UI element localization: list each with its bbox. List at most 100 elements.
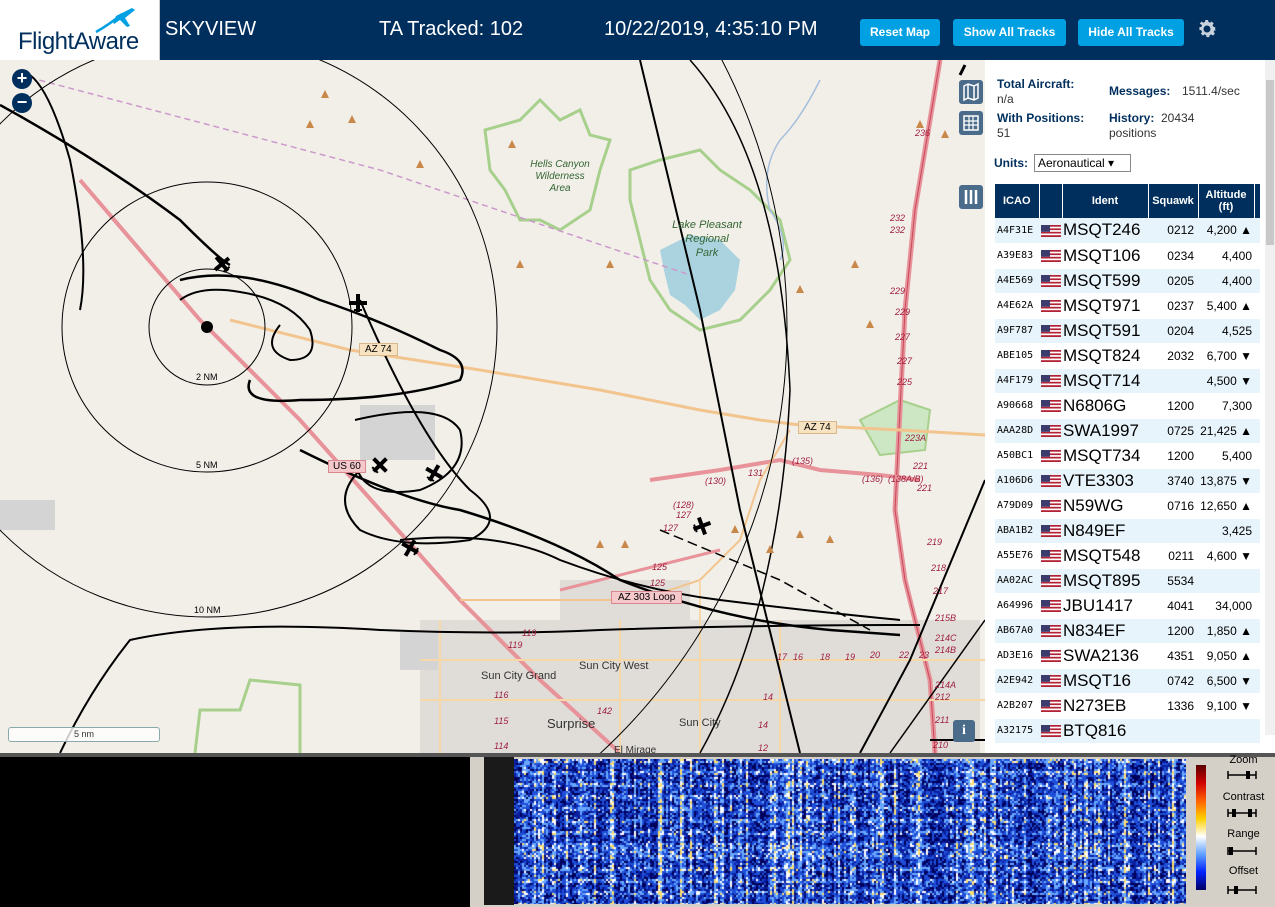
cell-squawk <box>1148 518 1198 544</box>
place-label: Wilderness <box>535 171 585 182</box>
sidebar-scrollbar[interactable] <box>1265 60 1275 735</box>
column-header-flag[interactable] <box>1039 184 1063 218</box>
cell-altitude: 4,600 ▼ <box>1198 543 1254 569</box>
grid-icon[interactable] <box>959 111 983 135</box>
cell-ident: VTE3303 <box>1062 468 1148 494</box>
table-row[interactable]: A4F179 MSQT714 4,500 ▼ <box>995 368 1260 394</box>
zoom-slider[interactable] <box>1226 770 1258 780</box>
map-canvas[interactable] <box>0 60 985 753</box>
table-row[interactable]: A4E62A MSQT971 0237 5,400 ▲ <box>995 293 1260 319</box>
waterfall-display[interactable] <box>514 759 1186 904</box>
table-row[interactable]: AAA28D SWA1997 0725 21,425 ▲ <box>995 418 1260 444</box>
cell-altitude: 3,425 <box>1198 518 1254 544</box>
cell-squawk: 0211 <box>1148 543 1198 569</box>
table-row[interactable]: A79D09 N59WG 0716 12,650 ▲ <box>995 493 1260 519</box>
table-row[interactable]: A39E83 MSQT106 0234 4,400 <box>995 243 1260 269</box>
route-number: 227 <box>897 356 913 366</box>
cell-flag <box>1039 393 1062 419</box>
units-select[interactable]: Aeronautical ▾ <box>1034 154 1131 172</box>
route-number: 225 <box>897 377 913 387</box>
messages-value: 1511.4/sec <box>1182 84 1240 98</box>
cell-squawk: 0237 <box>1148 293 1198 319</box>
cell-squawk: 0742 <box>1148 668 1198 694</box>
route-number: 20 <box>870 650 881 660</box>
table-row[interactable]: A64996 JBU1417 4041 34,000 <box>995 593 1260 619</box>
us-flag-icon <box>1041 625 1061 638</box>
table-row[interactable]: ABE105 MSQT824 2032 6,700 ▼ <box>995 343 1260 369</box>
info-icon[interactable]: i <box>953 720 975 742</box>
column-header-ident[interactable]: Ident <box>1062 184 1149 218</box>
table-row[interactable]: AA02AC MSQT895 5534 <box>995 568 1260 594</box>
cell-squawk: 0716 <box>1148 493 1198 519</box>
gear-icon[interactable] <box>1195 17 1219 41</box>
offset-control-label: Offset <box>1228 865 1259 877</box>
cell-altitude: 4,400 <box>1198 243 1254 269</box>
spectrum-gutter <box>484 757 514 905</box>
route-number: 142 <box>597 706 613 716</box>
cell-ident: SWA1997 <box>1062 418 1148 444</box>
route-number: 211 <box>935 715 950 725</box>
cell-squawk: 2032 <box>1148 343 1198 369</box>
hide-all-tracks-button[interactable]: Hide All Tracks <box>1078 19 1184 46</box>
with-positions-value: 51 <box>997 126 1011 140</box>
table-row[interactable]: AD3E16 SWA2136 4351 9,050 ▲ <box>995 643 1260 669</box>
scrollbar-thumb[interactable] <box>1266 80 1274 245</box>
route-number: 221 <box>913 461 929 471</box>
table-row[interactable]: A50BC1 MSQT734 1200 5,400 <box>995 443 1260 469</box>
table-row[interactable]: A4F31E MSQT246 0212 4,200 ▲ <box>995 218 1260 244</box>
cell-pad <box>1254 318 1260 344</box>
column-header-icao[interactable]: ICAO <box>995 184 1040 218</box>
table-row[interactable]: A90668 N6806G 1200 7,300 <box>995 393 1260 419</box>
range-ring-label: 10 NM <box>194 605 221 615</box>
columns-icon[interactable] <box>959 185 983 209</box>
table-row[interactable]: A4E569 MSQT599 0205 4,400 <box>995 268 1260 294</box>
current-datetime: 10/22/2019, 4:35:10 PM <box>604 18 818 40</box>
contrast-slider[interactable] <box>1226 808 1258 818</box>
column-header-squawk[interactable]: Squawk <box>1148 184 1199 218</box>
cell-altitude: 9,100 ▼ <box>1198 693 1254 719</box>
cell-flag <box>1039 593 1062 619</box>
cell-pad <box>1254 693 1260 719</box>
cell-ident: MSQT734 <box>1062 443 1148 469</box>
reset-map-button[interactable]: Reset Map <box>860 19 940 46</box>
cell-pad <box>1254 368 1260 394</box>
cell-ident: MSQT971 <box>1062 293 1148 319</box>
show-all-tracks-button[interactable]: Show All Tracks <box>953 19 1066 46</box>
range-slider[interactable] <box>1226 846 1258 856</box>
cell-squawk: 4351 <box>1148 643 1198 669</box>
table-row[interactable]: AB67A0 N834EF 1200 1,850 ▲ <box>995 618 1260 644</box>
route-number: 236 <box>915 128 931 138</box>
cell-pad <box>1254 443 1260 469</box>
cell-flag <box>1039 368 1062 394</box>
with-positions-label: With Positions: <box>997 111 1085 125</box>
us-flag-icon <box>1041 600 1061 613</box>
cell-altitude: 6,700 ▼ <box>1198 343 1254 369</box>
tracked-count: TA Tracked: 102 <box>379 18 524 40</box>
table-row[interactable]: A106D6 VTE3303 3740 13,875 ▼ <box>995 468 1260 494</box>
flightaware-logo[interactable]: FlightAware <box>0 0 160 60</box>
us-flag-icon <box>1041 325 1061 338</box>
column-header-altitude[interactable]: Altitude (ft) <box>1198 184 1255 218</box>
offset-slider[interactable] <box>1226 885 1258 895</box>
route-number: 18 <box>820 652 831 662</box>
table-row[interactable]: ABA1B2 N849EF 3,425 <box>995 518 1260 544</box>
range-control-label: Range <box>1227 828 1260 840</box>
table-row[interactable]: A2E942 MSQT16 0742 6,500 ▼ <box>995 668 1260 694</box>
route-number: 232 <box>890 225 906 235</box>
table-row[interactable]: A32175 BTQ816 <box>995 718 1260 744</box>
table-row[interactable]: A2B207 N273EB 1336 9,100 ▼ <box>995 693 1260 719</box>
route-number: 214C <box>935 633 957 643</box>
zoom-out-button[interactable]: − <box>12 93 32 113</box>
cell-squawk <box>1148 718 1198 744</box>
map-layers-icon[interactable] <box>959 80 983 104</box>
route-number: 212 <box>935 692 951 702</box>
place-label: Hells Canyon <box>530 159 590 170</box>
cell-squawk: 0234 <box>1148 243 1198 269</box>
map-view[interactable]: Hells Canyon Wilderness Area Lake Pleasa… <box>0 60 985 753</box>
total-aircraft-value: n/a <box>997 92 1014 106</box>
zoom-control-label: Zoom <box>1229 754 1258 766</box>
table-row[interactable]: A55E76 MSQT548 0211 4,600 ▼ <box>995 543 1260 569</box>
table-row[interactable]: A9F787 MSQT591 0204 4,525 <box>995 318 1260 344</box>
zoom-in-button[interactable]: + <box>12 69 32 89</box>
cell-ident: MSQT591 <box>1062 318 1148 344</box>
